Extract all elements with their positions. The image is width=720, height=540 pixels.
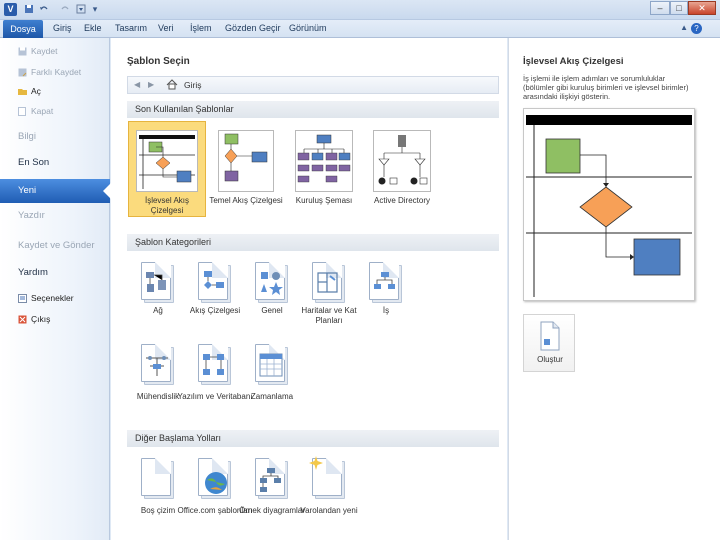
save-as-icon [18,68,27,77]
template-chooser: Şablon Seçin ◀ ▶ Giriş Son Kullanılan Şa… [111,38,507,540]
help-icon[interactable]: ? [691,23,702,34]
sample-diagram-icon [252,456,292,502]
home-breadcrumb[interactable]: Giriş [184,80,201,90]
minimize-ribbon-icon[interactable]: ▲ [680,23,688,32]
nav-options-label: Seçenekler [31,293,74,303]
category-schedule[interactable]: Zamanlama [233,342,311,402]
general-icon [252,260,292,302]
tab-data[interactable]: Veri [158,23,174,33]
option-new-from-existing[interactable]: Varolandan yeni [290,456,368,516]
tab-design[interactable]: Tasarım [115,23,147,33]
template-label: Active Directory [373,196,430,205]
network-icon [138,260,178,302]
tab-view[interactable]: Görünüm [289,23,327,33]
exit-icon [18,315,27,324]
options-icon [18,293,27,303]
nav-recent[interactable]: En Son [18,157,49,168]
option-label: Varolandan yeni [300,506,358,515]
other-ways-header: Diğer Başlama Yolları [127,430,499,447]
floorplan-icon [309,260,349,302]
save-icon [18,47,27,56]
nav-close[interactable]: Kapat [18,106,53,116]
nav-save-as[interactable]: Farklı Kaydet [18,67,81,77]
tab-home[interactable]: Giriş [53,23,72,33]
template-thumbnail [373,130,431,192]
minimize-icon[interactable]: – [650,1,670,15]
open-folder-icon [18,87,27,96]
redo-icon[interactable] [60,4,70,15]
business-icon [366,260,406,302]
template-cross-functional[interactable]: İşlevsel Akış Çizelgesi [128,121,206,217]
customize-icon[interactable] [76,4,86,15]
engineering-icon [138,342,178,388]
template-active-directory[interactable]: Active Directory [363,121,441,206]
preview-panel: İşlevsel Akış Çizelgesi İş işlemi ile iş… [508,38,720,540]
template-thumbnail [136,130,198,192]
create-document-icon [540,321,560,351]
category-label: İş [382,306,390,315]
nav-open-label: Aç [31,86,41,96]
maximize-icon[interactable]: □ [670,1,688,15]
tab-review[interactable]: Gözden Geçir [225,23,281,33]
blank-document-icon [138,456,178,502]
nav-help[interactable]: Yardım [18,267,48,278]
visio-app-icon[interactable]: V [4,3,17,16]
create-button[interactable]: Oluştur [523,314,575,372]
template-navbar: ◀ ▶ Giriş [127,76,499,94]
save-icon[interactable] [24,4,34,15]
template-thumbnail [218,130,274,192]
template-thumbnail [295,130,353,192]
category-label: Zamanlama [250,392,294,401]
home-icon[interactable] [166,79,178,92]
undo-icon[interactable] [39,4,49,15]
preview-description: İş işlemi ile işlem adımları ve sorumlul… [523,74,689,101]
calendar-icon [252,342,292,388]
page-title: Şablon Seçin [127,56,190,67]
template-label: İşlevsel Akış Çizelgesi [144,196,189,215]
close-file-icon [18,106,27,116]
preview-title: İşlevsel Akış Çizelgesi [523,56,624,67]
template-categories-header: Şablon Kategorileri [127,234,499,251]
title-bar: V ▾ – □ ✕ [0,0,720,20]
back-icon[interactable]: ◀ [134,80,140,89]
nav-close-label: Kapat [31,106,54,116]
template-label: Kuruluş Şeması [295,196,353,205]
recent-templates-header: Son Kullanılan Şablonlar [127,101,499,118]
nav-save-as-label: Farklı Kaydet [31,67,82,77]
tab-process[interactable]: İşlem [190,23,212,33]
office-globe-icon [195,456,235,502]
ribbon-tabs: Dosya Giriş Ekle Tasarım Veri İşlem Gözd… [0,20,720,38]
nav-save-label: Kaydet [31,46,58,56]
nav-exit[interactable]: Çıkış [18,314,50,324]
forward-icon[interactable]: ▶ [148,80,154,89]
create-label: Oluştur [537,355,563,364]
category-business[interactable]: İş [347,260,425,316]
nav-exit-label: Çıkış [31,314,51,324]
template-basic-flowchart[interactable]: Temel Akış Çizelgesi [207,121,285,206]
nav-new[interactable]: Yeni [0,179,111,203]
nav-open[interactable]: Aç [18,86,41,96]
backstage-nav: Kaydet Farklı Kaydet Aç Kapat Bilgi En S… [0,38,111,540]
nav-save[interactable]: Kaydet [18,46,57,56]
nav-print[interactable]: Yazdır [18,210,45,221]
nav-options[interactable]: Seçenekler [18,293,74,303]
template-org-chart[interactable]: Kuruluş Şeması [285,121,363,206]
software-icon [195,342,235,388]
new-from-existing-icon [309,456,349,502]
close-icon[interactable]: ✕ [688,1,716,15]
nav-info[interactable]: Bilgi [18,131,36,142]
nav-save-send[interactable]: Kaydet ve Gönder [18,240,95,251]
template-label: Temel Akış Çizelgesi [209,196,283,205]
flowchart-icon [195,260,235,302]
tab-insert[interactable]: Ekle [84,23,102,33]
template-preview [523,108,695,301]
tab-file[interactable]: Dosya [3,20,43,38]
dropdown-icon[interactable]: ▾ [90,4,100,15]
